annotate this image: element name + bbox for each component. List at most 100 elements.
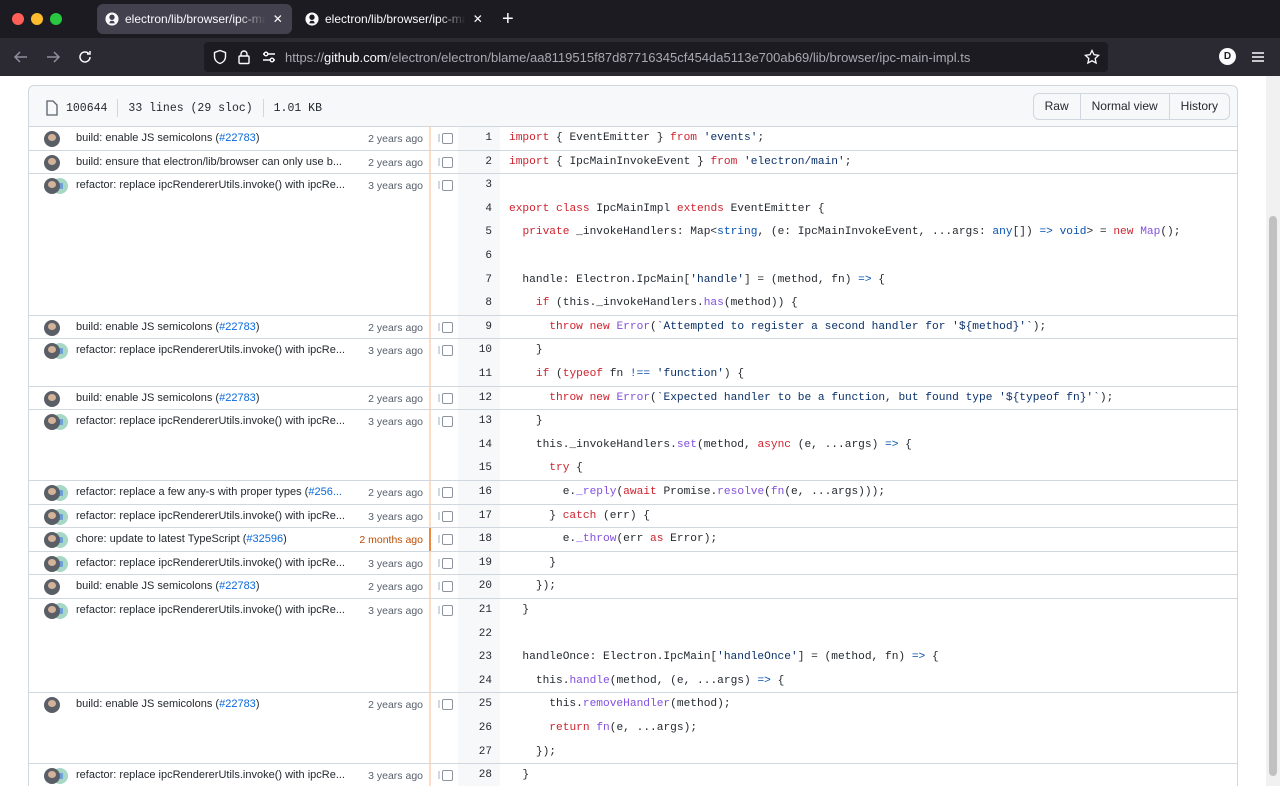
github-icon [305,12,319,26]
raw-button[interactable]: Raw [1034,94,1080,119]
line-number[interactable]: 17 [458,510,492,522]
back-icon[interactable] [10,46,32,68]
code-line: 14 this._invokeHandlers.set(method, asyn… [29,433,1237,457]
file-size: 1.01 KB [273,101,322,115]
forward-icon[interactable] [42,46,64,68]
normal-view-button[interactable]: Normal view [1079,94,1169,119]
line-number[interactable]: 18 [458,533,492,545]
line-number[interactable]: 22 [458,628,492,640]
line-number[interactable]: 6 [458,250,492,262]
line-number[interactable]: 12 [458,392,492,404]
code-text: } [509,604,530,616]
code-line: 7 handle: Electron.IpcMain['handle'] = (… [29,268,1237,292]
line-number[interactable]: 20 [458,580,492,592]
line-number[interactable]: 25 [458,698,492,710]
address-bar[interactable]: https://github.com/electron/electron/bla… [204,42,1108,72]
line-number[interactable]: 9 [458,321,492,333]
line-number[interactable]: 23 [458,651,492,663]
code-text: this._invokeHandlers.set(method, async (… [509,438,912,451]
line-number[interactable]: 26 [458,722,492,734]
close-tab-icon[interactable]: ✕ [472,12,484,26]
code-text: }); [509,745,556,758]
line-number[interactable]: 24 [458,675,492,687]
scrollbar[interactable] [1266,76,1280,786]
file-view-buttons: Raw Normal view History [1032,93,1230,120]
code-text: } [509,415,543,428]
code-line: 28 } [29,763,1237,786]
navigation-toolbar: https://github.com/electron/electron/bla… [0,38,1280,76]
blame-view: build: enable JS semicolons (#22783) 2 ye… [28,126,1238,786]
lock-icon[interactable] [236,49,252,65]
file-mode: 100644 [66,101,108,115]
code-line: 5 private _invokeHandlers: Map<string, (… [29,220,1237,244]
code-line: 1 import { EventEmitter } from 'events'; [29,126,1237,150]
code-line: 19 } [29,551,1237,575]
tab-title: electron/lib/browser/ipc-main-impl.ts [125,12,266,26]
code-line: 2 import { IpcMainInvokeEvent } from 'ele… [29,150,1237,174]
line-number[interactable]: 16 [458,486,492,498]
close-window-button[interactable] [12,13,24,25]
code-text: handleOnce: Electron.IpcMain['handleOnce… [509,651,939,664]
close-tab-icon[interactable]: ✕ [272,12,284,26]
line-number[interactable]: 10 [458,344,492,356]
line-number[interactable]: 27 [458,746,492,758]
line-number[interactable]: 7 [458,274,492,286]
code-text: import { EventEmitter } from 'events'; [509,132,765,144]
line-number[interactable]: 4 [458,203,492,215]
code-text: } catch (err) { [509,509,651,522]
line-number[interactable]: 13 [458,415,492,427]
line-number[interactable]: 14 [458,439,492,451]
line-number[interactable]: 21 [458,604,492,616]
file-lines: 33 lines (29 sloc) [128,101,253,115]
code-text: private _invokeHandlers: Map<string, (e:… [522,226,1181,239]
code-line: 21 } [29,598,1237,622]
minimize-window-button[interactable] [31,13,43,25]
new-tab-button[interactable]: + [502,9,514,29]
code-line: 6 [29,244,1237,268]
code-line: 8 if (this._invokeHandlers.has(method)) … [29,291,1237,315]
scrollbar-thumb[interactable] [1269,216,1277,776]
reload-icon[interactable] [74,46,96,68]
tab-active[interactable]: electron/lib/browser/ipc-main-impl.ts ✕ [97,4,292,34]
history-button[interactable]: History [1168,94,1229,119]
code-text: e._throw(err as Error); [509,533,718,546]
page-content: 100644 33 lines (29 sloc) 1.01 KB Raw No… [0,76,1280,786]
code-text: this.handle(method, (e, ...args) => { [509,674,785,687]
profile-avatar[interactable]: D [1219,48,1236,65]
line-number[interactable]: 15 [458,462,492,474]
menu-icon[interactable] [1247,46,1269,68]
divider [117,99,119,117]
url-text[interactable]: https://github.com/electron/electron/bla… [285,50,970,65]
tab-inactive[interactable]: electron/lib/browser/ipc-main-impl.ts ✕ [297,4,492,34]
line-number[interactable]: 3 [458,179,492,191]
code-text: throw new Error(`Expected handler to be … [549,391,1114,404]
code-line: 17 } catch (err) { [29,504,1237,528]
code-line: 16 e._reply(await Promise.resolve(fn(e, … [29,480,1237,504]
code-line: 24 this.handle(method, (e, ...args) => { [29,669,1237,693]
code-line: 10 } [29,338,1237,362]
code-line: 12 throw new Error(`Expected handler to … [29,386,1237,410]
shield-icon[interactable] [212,49,228,65]
url-host: github.com [324,50,388,65]
code-text: import { IpcMainInvokeEvent } from 'elec… [509,155,852,168]
line-number[interactable]: 5 [458,226,492,238]
code-text: e._reply(await Promise.resolve(fn(e, ...… [509,486,886,498]
code-line: 15 try { [29,456,1237,480]
line-number[interactable]: 8 [458,297,492,309]
code-text: }); [509,580,556,593]
line-number[interactable]: 2 [458,156,492,168]
code-text: try { [549,462,583,475]
line-number[interactable]: 11 [458,368,492,380]
url-prefix: https:// [285,50,325,65]
permissions-icon[interactable] [261,49,277,65]
github-icon [105,12,119,26]
code-line: 18 e._throw(err as Error); [29,527,1237,551]
line-number[interactable]: 1 [458,132,492,144]
line-number[interactable]: 28 [458,769,492,781]
code-line: 4 export class IpcMainImpl extends EventE… [29,197,1237,221]
line-number[interactable]: 19 [458,557,492,569]
divider [262,99,264,117]
zoom-window-button[interactable] [50,13,62,25]
code-text: return fn(e, ...args); [549,722,698,734]
star-icon[interactable] [1084,49,1100,65]
